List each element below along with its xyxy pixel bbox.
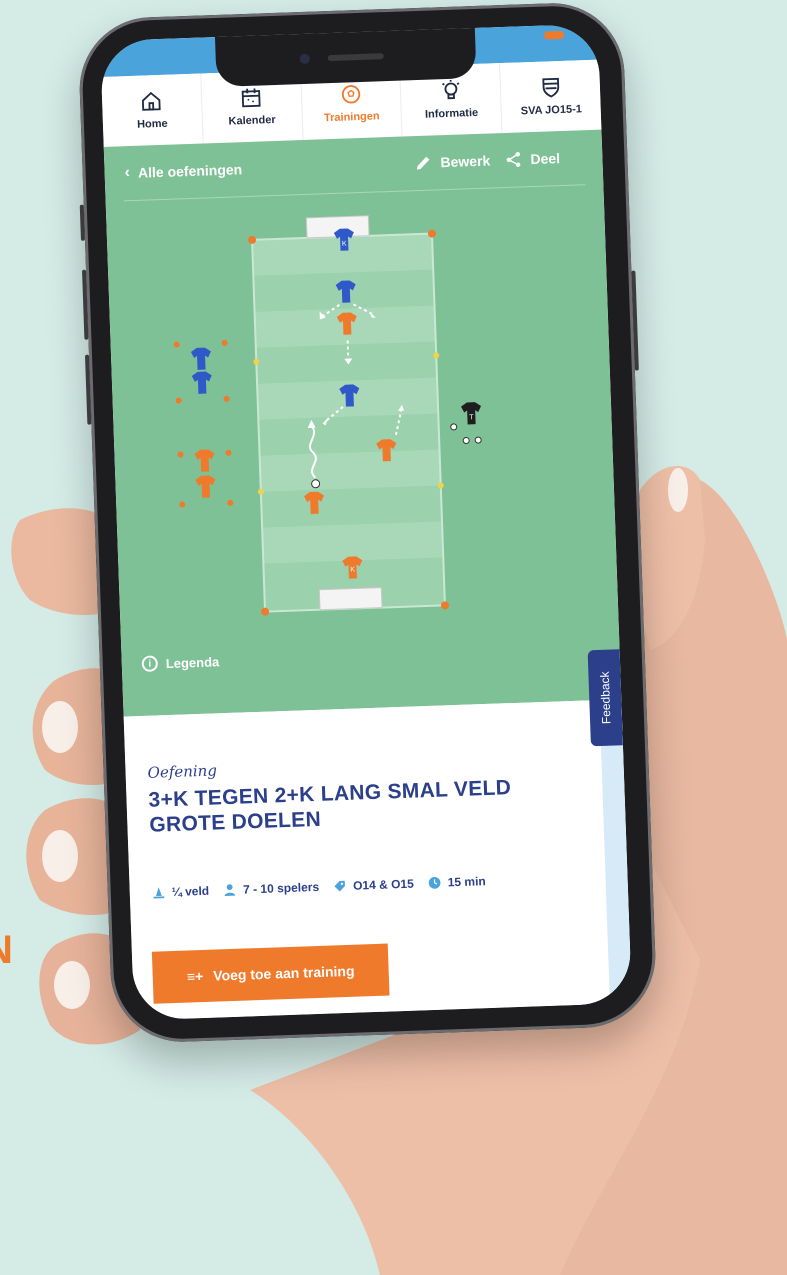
nav-item-home[interactable]: Home [101, 73, 204, 147]
chevron-left-icon: ‹ [124, 164, 131, 182]
edge-text-fragment: N [0, 928, 20, 972]
orange-player-shirt [195, 475, 216, 498]
edit-button[interactable]: Bewerk [414, 152, 491, 173]
meta-age-label: O14 & O15 [352, 876, 414, 893]
meta-players: 7 - 10 spelers [223, 880, 319, 897]
lightbulb-icon [441, 79, 460, 100]
share-icon [506, 152, 521, 168]
home-icon [142, 91, 162, 111]
meta-field-size: ¼ veld [152, 883, 210, 900]
back-link-label: Alle oefeningen [137, 161, 243, 181]
meta-field-size-label: ¼ veld [171, 883, 210, 900]
exercise-title: 3+K TEGEN 2+K LANG SMAL VELD GROTE DOELE… [148, 776, 512, 837]
add-to-training-button[interactable]: ≡+ Voeg toe aan training [151, 943, 390, 1004]
person-icon [225, 884, 236, 897]
add-list-icon: ≡+ [186, 968, 204, 985]
soccer-ball-icon [311, 479, 321, 489]
nav-label-trainingen: Trainingen [323, 110, 380, 125]
exercise-diagram-area: ‹ Alle oefeningen Bewerk Deel K K T i Le… [103, 129, 622, 717]
blue-player-shirt [191, 371, 212, 394]
feedback-label: Feedback [597, 671, 614, 725]
camera-icon [299, 53, 310, 65]
meta-age: O14 & O15 [333, 877, 414, 894]
legend-label: Legenda [165, 653, 220, 671]
orange-player-shirt [194, 449, 215, 472]
bottom-goal [318, 587, 383, 611]
shield-icon [541, 77, 559, 98]
nav-label-kalender: Kalender [228, 113, 276, 128]
meta-players-label: 7 - 10 spelers [242, 879, 320, 897]
nav-label-informatie: Informatie [424, 106, 479, 121]
soccer-ball-icon [341, 85, 361, 104]
nav-item-team[interactable]: SVA JO15-1 [500, 60, 601, 133]
meta-duration: 15 min [428, 874, 486, 890]
exercise-meta: ¼ veld 7 - 10 spelers O14 & O15 15 min [152, 874, 500, 900]
back-link[interactable]: ‹ Alle oefeningen [124, 160, 242, 182]
tag-icon [334, 880, 346, 892]
notch [214, 25, 477, 87]
trainer-shirt: T [461, 402, 482, 425]
legend-button[interactable]: i Legenda [141, 653, 220, 672]
pitch-diagram: K K T [173, 215, 482, 616]
pencil-icon [416, 156, 430, 170]
share-button-label: Deel [530, 150, 561, 168]
clock-icon [428, 877, 441, 889]
photo-stage: N Home Kalender [0, 0, 787, 1275]
nav-label-team: SVA JO15-1 [520, 103, 583, 118]
speaker-grille [327, 53, 384, 62]
edit-button-label: Bewerk [440, 152, 491, 171]
share-button[interactable]: Deel [504, 149, 560, 169]
field-icon [153, 887, 165, 899]
exercise-eyebrow: Oefening [147, 761, 218, 782]
svg-text:K: K [342, 241, 347, 248]
info-icon: i [141, 655, 159, 672]
status-indicator [543, 30, 565, 40]
exercise-details: Oefening 3+K TEGEN 2+K LANG SMAL VELD GR… [123, 699, 632, 1021]
phone-device: Home Kalender Trainingen Informatie SVA … [77, 0, 658, 1045]
meta-duration-label: 15 min [447, 874, 486, 890]
mute-switch [79, 204, 85, 241]
add-to-training-label: Voeg toe aan training [212, 962, 355, 984]
blue-player-shirt [190, 347, 211, 370]
svg-text:K: K [350, 566, 355, 573]
nav-label-home: Home [136, 117, 168, 131]
feedback-tab[interactable]: Feedback [587, 649, 623, 747]
calendar-icon [241, 88, 261, 108]
phone-screen: Home Kalender Trainingen Informatie SVA … [100, 23, 632, 1021]
